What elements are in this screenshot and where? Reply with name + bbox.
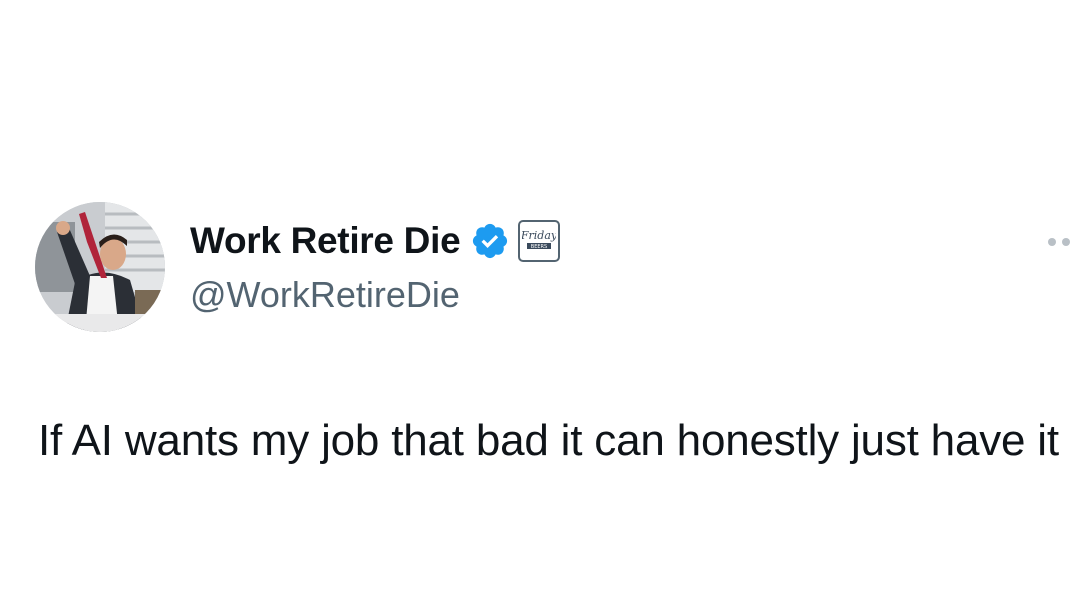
avatar[interactable] bbox=[35, 202, 165, 332]
dot-icon bbox=[1062, 238, 1070, 246]
svg-text:BEERS: BEERS bbox=[531, 244, 547, 250]
svg-text:Friday: Friday bbox=[522, 229, 556, 242]
dot-icon bbox=[1048, 238, 1056, 246]
author-handle[interactable]: @WorkRetireDie bbox=[190, 274, 460, 316]
avatar-image bbox=[35, 202, 165, 332]
author-name-row: Work Retire Die Friday BEERS bbox=[190, 218, 561, 264]
display-name[interactable]: Work Retire Die bbox=[190, 220, 461, 262]
affiliate-badge-icon[interactable]: Friday BEERS bbox=[518, 220, 561, 262]
tweet-card: Work Retire Die Friday BEERS @WorkRetire… bbox=[0, 0, 1076, 612]
verified-check-icon[interactable] bbox=[470, 221, 510, 261]
tweet-text: If AI wants my job that bad it can hones… bbox=[38, 416, 1059, 465]
friday-beers-logo: Friday BEERS bbox=[522, 229, 556, 250]
more-options-icon[interactable] bbox=[1048, 232, 1076, 252]
